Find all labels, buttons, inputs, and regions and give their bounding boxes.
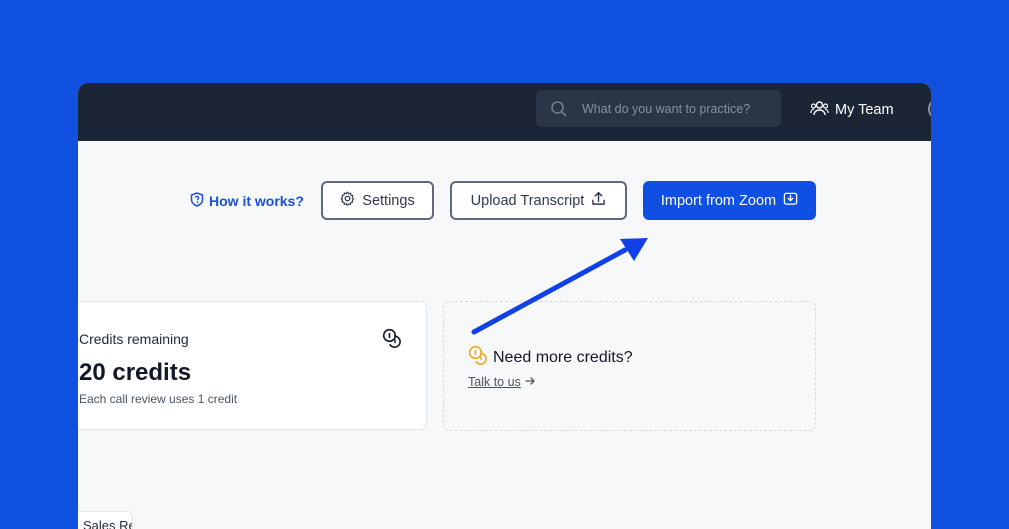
- credits-remaining-card: Credits remaining 20 credits Each call r…: [78, 301, 427, 430]
- upload-transcript-label: Upload Transcript: [470, 192, 585, 209]
- talk-to-us-link[interactable]: Talk to us: [468, 375, 536, 389]
- arrow-right-icon: [525, 375, 536, 389]
- need-more-credits-card: Need more credits? Talk to us: [443, 301, 816, 431]
- role-chip[interactable]: Sales Rep: [78, 511, 133, 529]
- search-bar[interactable]: [536, 90, 781, 127]
- settings-label: Settings: [362, 192, 415, 209]
- app-window: My Team How it works? Settings Upload Tr…: [78, 83, 931, 529]
- talk-to-us-label: Talk to us: [468, 375, 521, 389]
- main-content: How it works? Settings Upload Transcript…: [78, 141, 931, 529]
- how-it-works-label: How it works?: [209, 193, 304, 209]
- import-from-zoom-button[interactable]: Import from Zoom: [643, 181, 816, 220]
- upload-transcript-button[interactable]: Upload Transcript: [450, 181, 627, 220]
- search-icon: [536, 100, 582, 118]
- coins-icon: [468, 345, 488, 370]
- top-navbar: My Team: [78, 83, 931, 141]
- my-team-label: My Team: [835, 102, 894, 118]
- coins-icon: [382, 328, 402, 353]
- import-from-zoom-label: Import from Zoom: [660, 192, 777, 209]
- overflow-icon[interactable]: [928, 101, 931, 117]
- users-icon: [810, 100, 829, 120]
- gear-icon: [340, 191, 355, 210]
- need-more-credits-title: Need more credits?: [468, 345, 633, 370]
- credits-note: Each call review uses 1 credit: [79, 392, 238, 406]
- credits-value: 20 credits: [79, 359, 192, 386]
- credits-label: Credits remaining: [79, 331, 189, 347]
- shield-icon: [190, 192, 204, 210]
- settings-button[interactable]: Settings: [321, 181, 434, 220]
- search-input[interactable]: [582, 101, 772, 116]
- upload-icon: [591, 191, 606, 210]
- my-team-button[interactable]: My Team: [810, 100, 894, 120]
- how-it-works-link[interactable]: How it works?: [190, 192, 304, 210]
- download-icon: [783, 191, 798, 210]
- need-more-credits-label: Need more credits?: [493, 348, 633, 366]
